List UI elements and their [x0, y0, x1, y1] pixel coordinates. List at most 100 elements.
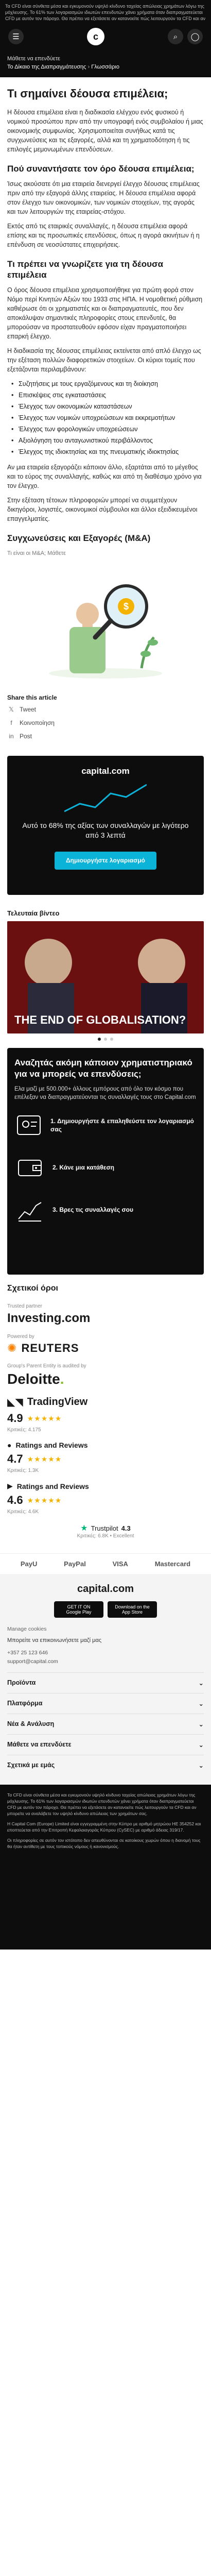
share-section: Share this article 𝕏 Tweet f Κοινοποίηση…: [0, 691, 211, 751]
sub-intro[interactable]: Τι είναι οι M&A; Μάθετε: [7, 549, 204, 558]
email-link[interactable]: support@capital.com: [7, 1657, 204, 1666]
paragraph: Ίσως ακούσατε ότι μια εταιρεία διενεργεί…: [7, 180, 200, 215]
chevron-down-icon: ⌄: [198, 1721, 204, 1728]
signup-step: 2. Κάνε μια κατάθεση: [14, 1152, 197, 1183]
paragraph: Αν μια εταιρεία εξαγοράζει κάποιον άλλο,…: [7, 464, 202, 489]
list-item: Έλεγχος της ιδιοκτησίας και της πνευματι…: [11, 447, 204, 456]
reuters-logo: ✺ REUTERS: [7, 1342, 204, 1355]
list-item: Συζητήσεις με τους εργαζόμενους και τη δ…: [11, 379, 204, 388]
user-icon[interactable]: ◯: [187, 29, 203, 44]
share-twitter[interactable]: 𝕏 Tweet: [7, 705, 204, 714]
accordion-item[interactable]: Μάθετε να επενδύετε ⌄: [7, 1734, 204, 1755]
breadcrumb: Το Δίκαιο της Διαπραγμάτευσης › Γλωσσάρι…: [7, 64, 204, 70]
section-heading: Πού συναντήσατε τον όρο δέουσα επιμέλεια…: [7, 164, 195, 174]
facebook-icon: f: [10, 719, 12, 726]
share-linkedin[interactable]: in Post: [7, 732, 204, 740]
breadcrumb-item[interactable]: Γλωσσάριο: [91, 64, 119, 70]
rating-score: 4.6: [7, 1494, 23, 1506]
trustpilot-logo: ★ Trustpilot 4.3: [7, 1523, 204, 1533]
search-icon[interactable]: ⌕: [168, 29, 183, 44]
tradingview-name: TradingView: [27, 1396, 88, 1408]
accordion-item[interactable]: Νέα & Ανάλυση ⌄: [7, 1714, 204, 1734]
accordion-label: Πλατφόρμα: [7, 1700, 43, 1707]
promo-lead: Αυτό το 68% της αξίας των συναλλαγών με …: [22, 821, 189, 839]
share-title: Share this article: [7, 694, 57, 701]
signup-desc: Ελα μαζί με 500.000+ άλλους εμπόρους από…: [14, 1086, 196, 1100]
payu-logo: PayU: [20, 1560, 38, 1568]
partner-label: Powered by: [7, 1334, 34, 1340]
carousel-dot[interactable]: [110, 1038, 113, 1041]
manage-cookies-link[interactable]: Manage cookies: [7, 1626, 204, 1632]
breadcrumb-item[interactable]: Το Δίκαιο της Διαπραγμάτευσης: [7, 64, 86, 70]
store-title-text: Ratings and Reviews: [15, 1441, 88, 1449]
bullet-list: Συζητήσεις με τους εργαζόμενους και τη δ…: [11, 379, 204, 456]
deloitte-name: Deloitte: [7, 1371, 60, 1387]
trustpilot-name: Trustpilot: [91, 1524, 118, 1532]
apple-icon: ●: [7, 1441, 12, 1449]
ios-ratings-title: ● Ratings and Reviews: [7, 1441, 204, 1449]
accordion-item[interactable]: Σχετικά με εμάς ⌄: [7, 1755, 204, 1775]
promo-banner: capital.com Αυτό το 68% της αξίας των συ…: [7, 756, 204, 895]
share-facebook[interactable]: f Κοινοποίηση: [7, 719, 204, 727]
paypal-logo: PayPal: [64, 1560, 86, 1568]
risk-warning-top: Τα CFD είναι σύνθετα μέσα και εγκυμονούν…: [0, 0, 211, 21]
video-card[interactable]: THE END OF GLOBALISATION?: [7, 921, 204, 1033]
trustpilot-score: 4.3: [121, 1524, 131, 1532]
signup-step: 1. Δημιουργήστε & επαληθεύστε τον λογαρι…: [14, 1110, 197, 1141]
paragraph: Ο όρος δέουσα επιμέλεια χρησιμοποιήθηκε …: [7, 286, 203, 340]
accordion-label: Μάθετε να επενδύετε: [7, 1741, 72, 1748]
reuters-icon: ✺: [7, 1342, 17, 1354]
step-text: 2. Κάνε μια κατάθεση: [52, 1164, 114, 1171]
trustpilot-meta: Κριτικές: 6.8K • Excellent: [77, 1533, 134, 1539]
footer-logo[interactable]: capital.com: [7, 1583, 204, 1595]
tradingview-logo: ◣◥ TradingView: [7, 1396, 204, 1409]
page-title: Τι σημαίνει δέουσα επιμέλεια;: [7, 87, 168, 100]
paragraph: Η διαδικασία της δέουσας επιμέλειας εκτε…: [7, 347, 201, 373]
risk-paragraph: Οι πληροφορίες σε αυτόν τον ιστότοπο δεν…: [7, 1838, 201, 1849]
rating-score: 4.7: [7, 1452, 23, 1465]
list-item: Έλεγχος των νομικών υποχρεώσεων και εκκρ…: [11, 413, 204, 422]
phone-link[interactable]: +357 25 123 646: [7, 1649, 204, 1657]
twitter-icon: 𝕏: [9, 706, 14, 713]
list-item: Έλεγχος των φορολογικών υποχρεώσεων: [11, 425, 204, 434]
risk-paragraph: Τα CFD είναι σύνθετα μέσα και εγκυμονούν…: [7, 1792, 197, 1816]
accordion-item[interactable]: Πλατφόρμα ⌄: [7, 1693, 204, 1714]
share-label: Κοινοποίηση: [20, 719, 55, 726]
trustpilot-star-icon: ★: [80, 1524, 88, 1533]
accordion-label: Προϊόντα: [7, 1679, 36, 1686]
create-account-button[interactable]: Δημιουργήστε λογαριασμό: [55, 852, 156, 870]
chart-icon: [64, 784, 147, 812]
rating-row: 4.6 ★★★★★: [7, 1494, 204, 1507]
reuters-name: REUTERS: [21, 1342, 79, 1354]
signup-steps: Αναζητάς ακόμη κάποιον χρηματιστηριακό γ…: [7, 1048, 204, 1275]
chevron-down-icon: ⌄: [198, 1762, 204, 1769]
rating-row: 4.9 ★★★★★: [7, 1412, 204, 1425]
visa-logo: VISA: [112, 1560, 128, 1568]
list-item: Έλεγχος των οικονομικών καταστάσεων: [11, 402, 204, 411]
stars-icon: ★★★★★: [27, 1414, 62, 1422]
risk-paragraph: Η Capital Com (Europe) Limited είναι εγγ…: [7, 1821, 201, 1833]
risk-warning-bottom: Τα CFD είναι σύνθετα μέσα και εγκυμονούν…: [0, 1785, 211, 1950]
wallet-icon: [14, 1152, 45, 1183]
list-item: Αξιολόγηση του ανταγωνιστικού περιβάλλον…: [11, 436, 204, 445]
back-link[interactable]: Μάθετε να επενδύετε: [7, 56, 204, 62]
capital-logo[interactable]: c: [87, 28, 104, 45]
step-text: 1. Δημιουργήστε & επαληθεύστε τον λογαρι…: [50, 1117, 194, 1133]
google-play-button[interactable]: GET IT ON Google Play: [54, 1601, 103, 1618]
linkedin-icon: in: [9, 733, 14, 740]
trade-chart-icon: [14, 1194, 45, 1225]
accordion-item[interactable]: Προϊόντα ⌄: [7, 1672, 204, 1693]
paragraph: Εκτός από τις εταιρικές συναλλαγές, η δέ…: [7, 223, 200, 248]
deloitte-logo: Deloitte.: [7, 1371, 64, 1387]
carousel-dot[interactable]: [98, 1038, 101, 1041]
list-item: Επισκέψεις στις εγκαταστάσεις: [11, 391, 204, 400]
paragraph: Στην εξέταση τέτοιων πληροφοριών μπορεί …: [7, 497, 198, 522]
menu-icon[interactable]: ☰: [8, 29, 24, 44]
carousel-dot[interactable]: [104, 1038, 107, 1041]
breadcrumb-bar: Μάθετε να επενδύετε Το Δίκαιο της Διαπρα…: [0, 53, 211, 77]
trust-partners: Trusted partner Investing.com Powered by…: [0, 1298, 211, 1553]
google-play-icon: ▶: [7, 1482, 13, 1490]
app-store-button[interactable]: Download on the App Store: [108, 1601, 157, 1618]
carousel-dots: [0, 1038, 211, 1041]
breadcrumb-sep: ›: [87, 64, 90, 70]
